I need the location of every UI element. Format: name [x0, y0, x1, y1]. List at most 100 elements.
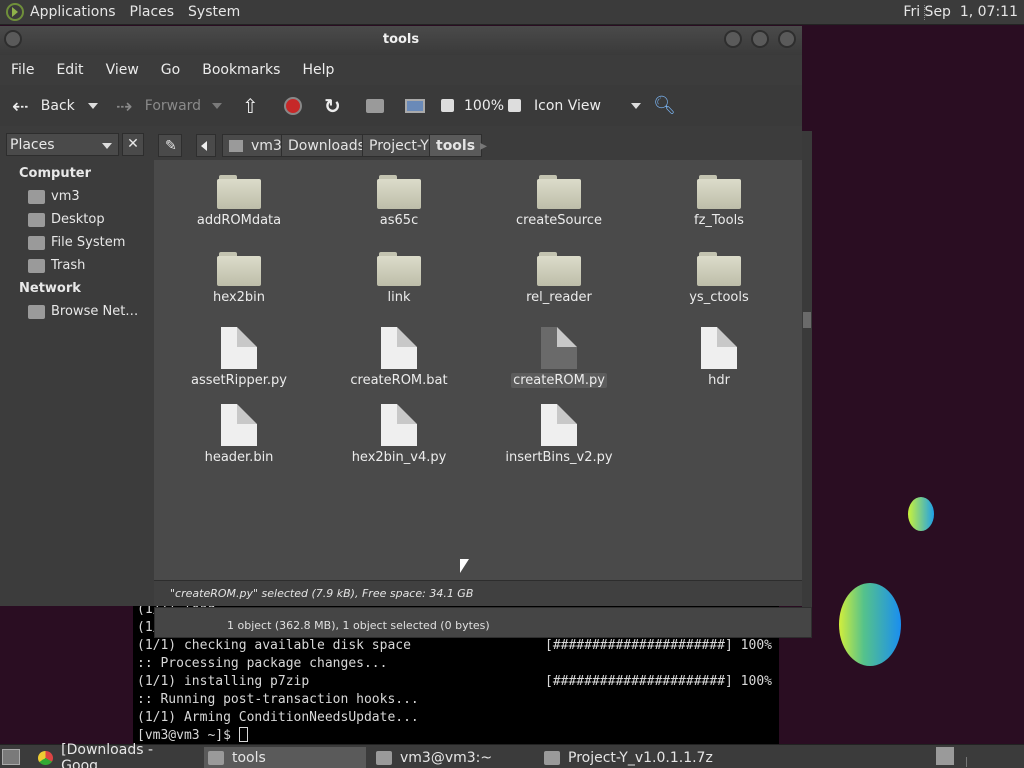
file-item[interactable]: hdr	[644, 327, 794, 388]
view-mode-select[interactable]: Icon View	[534, 98, 641, 114]
task-archive[interactable]: Project-Y_v1.0.1.1.7z	[540, 747, 740, 768]
places-menu[interactable]: Places	[130, 4, 175, 20]
desktop-icon	[28, 212, 45, 227]
file-item[interactable]: assetRipper.py	[164, 327, 314, 388]
document-icon	[541, 404, 577, 446]
file-item[interactable]: createROM.bat	[324, 327, 474, 388]
document-icon	[701, 327, 737, 369]
mouse-pointer-icon	[460, 559, 469, 573]
breadcrumb-downloads[interactable]: Downloads	[281, 134, 372, 157]
chevron-down-icon	[630, 102, 641, 109]
forward-button[interactable]: ⇢ Forward	[116, 94, 201, 118]
terminal-line: :: Running post-transaction hooks...	[137, 692, 419, 707]
file-item[interactable]: hex2bin_v4.py	[324, 404, 474, 465]
reload-icon[interactable]: ↻	[324, 94, 341, 118]
background-status-text: 1 object (362.8 MB), 1 object selected (…	[227, 619, 490, 632]
statusbar: "createROM.py" selected (7.9 kB), Free s…	[154, 580, 802, 606]
chrome-icon	[38, 750, 54, 765]
terminal-cursor	[238, 727, 248, 742]
folder-icon	[377, 252, 421, 286]
folder-item[interactable]: createSource	[484, 175, 634, 228]
close-sidebar-icon[interactable]: ✕	[122, 133, 144, 156]
stop-icon[interactable]	[284, 96, 302, 115]
applications-menu[interactable]: Applications	[30, 4, 116, 20]
file-item-selected[interactable]: createROM.py	[484, 327, 634, 388]
back-history-dropdown[interactable]	[88, 102, 98, 109]
folder-item[interactable]: fz_Tools	[644, 175, 794, 228]
file-item[interactable]: insertBins_v2.py	[484, 404, 634, 465]
menu-view[interactable]: View	[106, 62, 139, 78]
scrollbar-thumb[interactable]	[803, 312, 811, 328]
zoom-out-icon[interactable]	[441, 99, 454, 112]
close-button[interactable]	[778, 30, 796, 48]
status-text: "createROM.py" selected (7.9 kB), Free s…	[170, 587, 474, 600]
folder-item[interactable]: hex2bin	[164, 252, 314, 305]
breadcrumb-left-icon[interactable]	[196, 134, 216, 157]
folder-icon	[208, 750, 224, 765]
menu-file[interactable]: File	[11, 62, 34, 78]
document-icon	[381, 327, 417, 369]
sidebar-item-filesystem[interactable]: File System	[28, 235, 125, 250]
workspace-1[interactable]	[936, 747, 954, 765]
network-icon	[28, 304, 45, 319]
folder-icon	[217, 252, 261, 286]
file-item[interactable]: header.bin	[164, 404, 314, 465]
window-title: tools	[382, 32, 420, 47]
wallpaper-orb-small	[908, 497, 934, 531]
menu-go[interactable]: Go	[161, 62, 180, 78]
home-icon	[229, 139, 243, 152]
clock[interactable]: Fri Sep 1, 07:11	[903, 4, 1018, 20]
folder-item[interactable]: as65c	[324, 175, 474, 228]
menu-edit[interactable]: Edit	[56, 62, 83, 78]
toolbar: ⇠ Back ⇢ Forward ⇧ ↻ 100% Icon View 🔍︎	[0, 85, 802, 126]
home-icon[interactable]	[366, 98, 384, 113]
sidebar-item-vm3[interactable]: vm3	[28, 189, 80, 204]
sidebar-section-network: Network	[19, 281, 81, 296]
back-button[interactable]: ⇠ Back	[12, 94, 75, 118]
task-tools[interactable]: tools	[204, 747, 366, 768]
computer-icon[interactable]	[405, 98, 425, 113]
zoom-in-icon[interactable]	[508, 99, 521, 112]
terminal-line: (1/1) installing p7zip [#################…	[137, 674, 772, 689]
folder-icon	[217, 175, 261, 209]
system-menu[interactable]: System	[188, 4, 240, 20]
sidebar-item-browse-network[interactable]: Browse Net…	[28, 304, 138, 319]
folder-item[interactable]: rel_reader	[484, 252, 634, 305]
back-label: Back	[40, 97, 75, 114]
menu-bookmarks[interactable]: Bookmarks	[202, 62, 280, 78]
zoom-level[interactable]: 100%	[464, 98, 504, 114]
folder-item[interactable]: ys_ctools	[644, 252, 794, 305]
forward-arrow-icon: ⇢	[116, 93, 133, 118]
sidebar-header-label: Places	[10, 137, 55, 153]
task-terminal[interactable]: vm3@vm3:~	[372, 747, 534, 768]
titlebar[interactable]: tools	[0, 26, 802, 55]
folder-item[interactable]: addROMdata	[164, 175, 314, 228]
breadcrumb-vm3[interactable]: vm3	[222, 134, 289, 157]
sidebar-item-trash[interactable]: Trash	[28, 258, 85, 273]
search-icon[interactable]: 🔍︎	[653, 95, 676, 116]
forward-history-dropdown[interactable]	[212, 102, 222, 109]
sidebar-item-desktop[interactable]: Desktop	[28, 212, 105, 227]
chevron-down-icon	[102, 143, 112, 149]
filesystem-icon	[28, 235, 45, 250]
maximize-button[interactable]	[751, 30, 769, 48]
file-view[interactable]: ✎ vm3 Downloads Project-Y tools ▸ addROM…	[154, 131, 802, 580]
show-desktop-icon[interactable]	[2, 749, 20, 765]
up-arrow-icon[interactable]: ⇧	[242, 94, 259, 118]
folder-icon	[697, 175, 741, 209]
folder-item[interactable]: link	[324, 252, 474, 305]
terminal-prompt[interactable]: [vm3@vm3 ~]$	[137, 727, 779, 745]
task-chrome[interactable]: [Downloads - Goog...	[34, 742, 200, 768]
menubar: File Edit View Go Bookmarks Help	[0, 55, 802, 85]
document-icon	[541, 327, 577, 369]
workspace-2[interactable]	[966, 757, 1022, 767]
distro-logo-icon[interactable]	[6, 3, 24, 21]
edit-location-icon[interactable]: ✎	[158, 134, 182, 157]
breadcrumb-right-icon[interactable]: ▸	[474, 134, 493, 157]
minimize-button[interactable]	[724, 30, 742, 48]
sidebar-type-select[interactable]: Places	[6, 133, 119, 156]
scrollbar[interactable]	[802, 131, 812, 607]
background-window-statusbar: 1 object (362.8 MB), 1 object selected (…	[154, 607, 812, 638]
breadcrumb-project-y[interactable]: Project-Y	[362, 134, 436, 157]
menu-help[interactable]: Help	[302, 62, 334, 78]
